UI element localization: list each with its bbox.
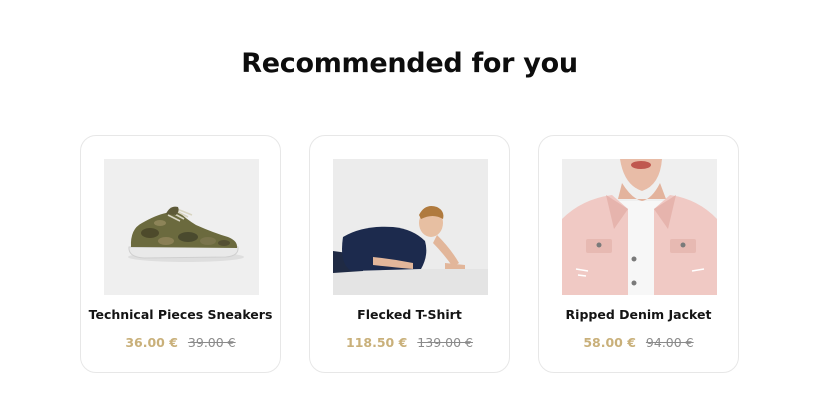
- product-prices: 118.50 € 139.00 €: [310, 334, 509, 352]
- original-price: 139.00 €: [417, 335, 473, 350]
- product-image-sneakers[interactable]: [104, 159, 259, 295]
- original-price: 94.00 €: [645, 335, 694, 350]
- model-tshirt-illustration: [333, 159, 488, 295]
- product-card[interactable]: Technical Pieces Sneakers 36.00 € 39.00 …: [80, 135, 281, 373]
- product-card[interactable]: Flecked T-Shirt 118.50 € 139.00 €: [309, 135, 510, 373]
- sneaker-illustration: [104, 159, 259, 295]
- product-name[interactable]: Technical Pieces Sneakers: [81, 306, 280, 324]
- pink-jacket-illustration: [562, 159, 717, 295]
- product-name[interactable]: Ripped Denim Jacket: [539, 306, 738, 324]
- product-prices: 58.00 € 94.00 €: [539, 334, 738, 352]
- original-price: 39.00 €: [187, 335, 236, 350]
- product-image-jacket[interactable]: [562, 159, 717, 295]
- sale-price: 118.50 €: [346, 335, 408, 350]
- sale-price: 58.00 €: [583, 335, 636, 350]
- product-grid: Technical Pieces Sneakers 36.00 € 39.00 …: [80, 135, 740, 375]
- product-image-tshirt[interactable]: [333, 159, 488, 295]
- product-card[interactable]: Ripped Denim Jacket 58.00 € 94.00 €: [538, 135, 739, 373]
- sale-price: 36.00 €: [125, 335, 178, 350]
- product-prices: 36.00 € 39.00 €: [81, 334, 280, 352]
- section-title: Recommended for you: [241, 48, 578, 79]
- product-name[interactable]: Flecked T-Shirt: [310, 306, 509, 324]
